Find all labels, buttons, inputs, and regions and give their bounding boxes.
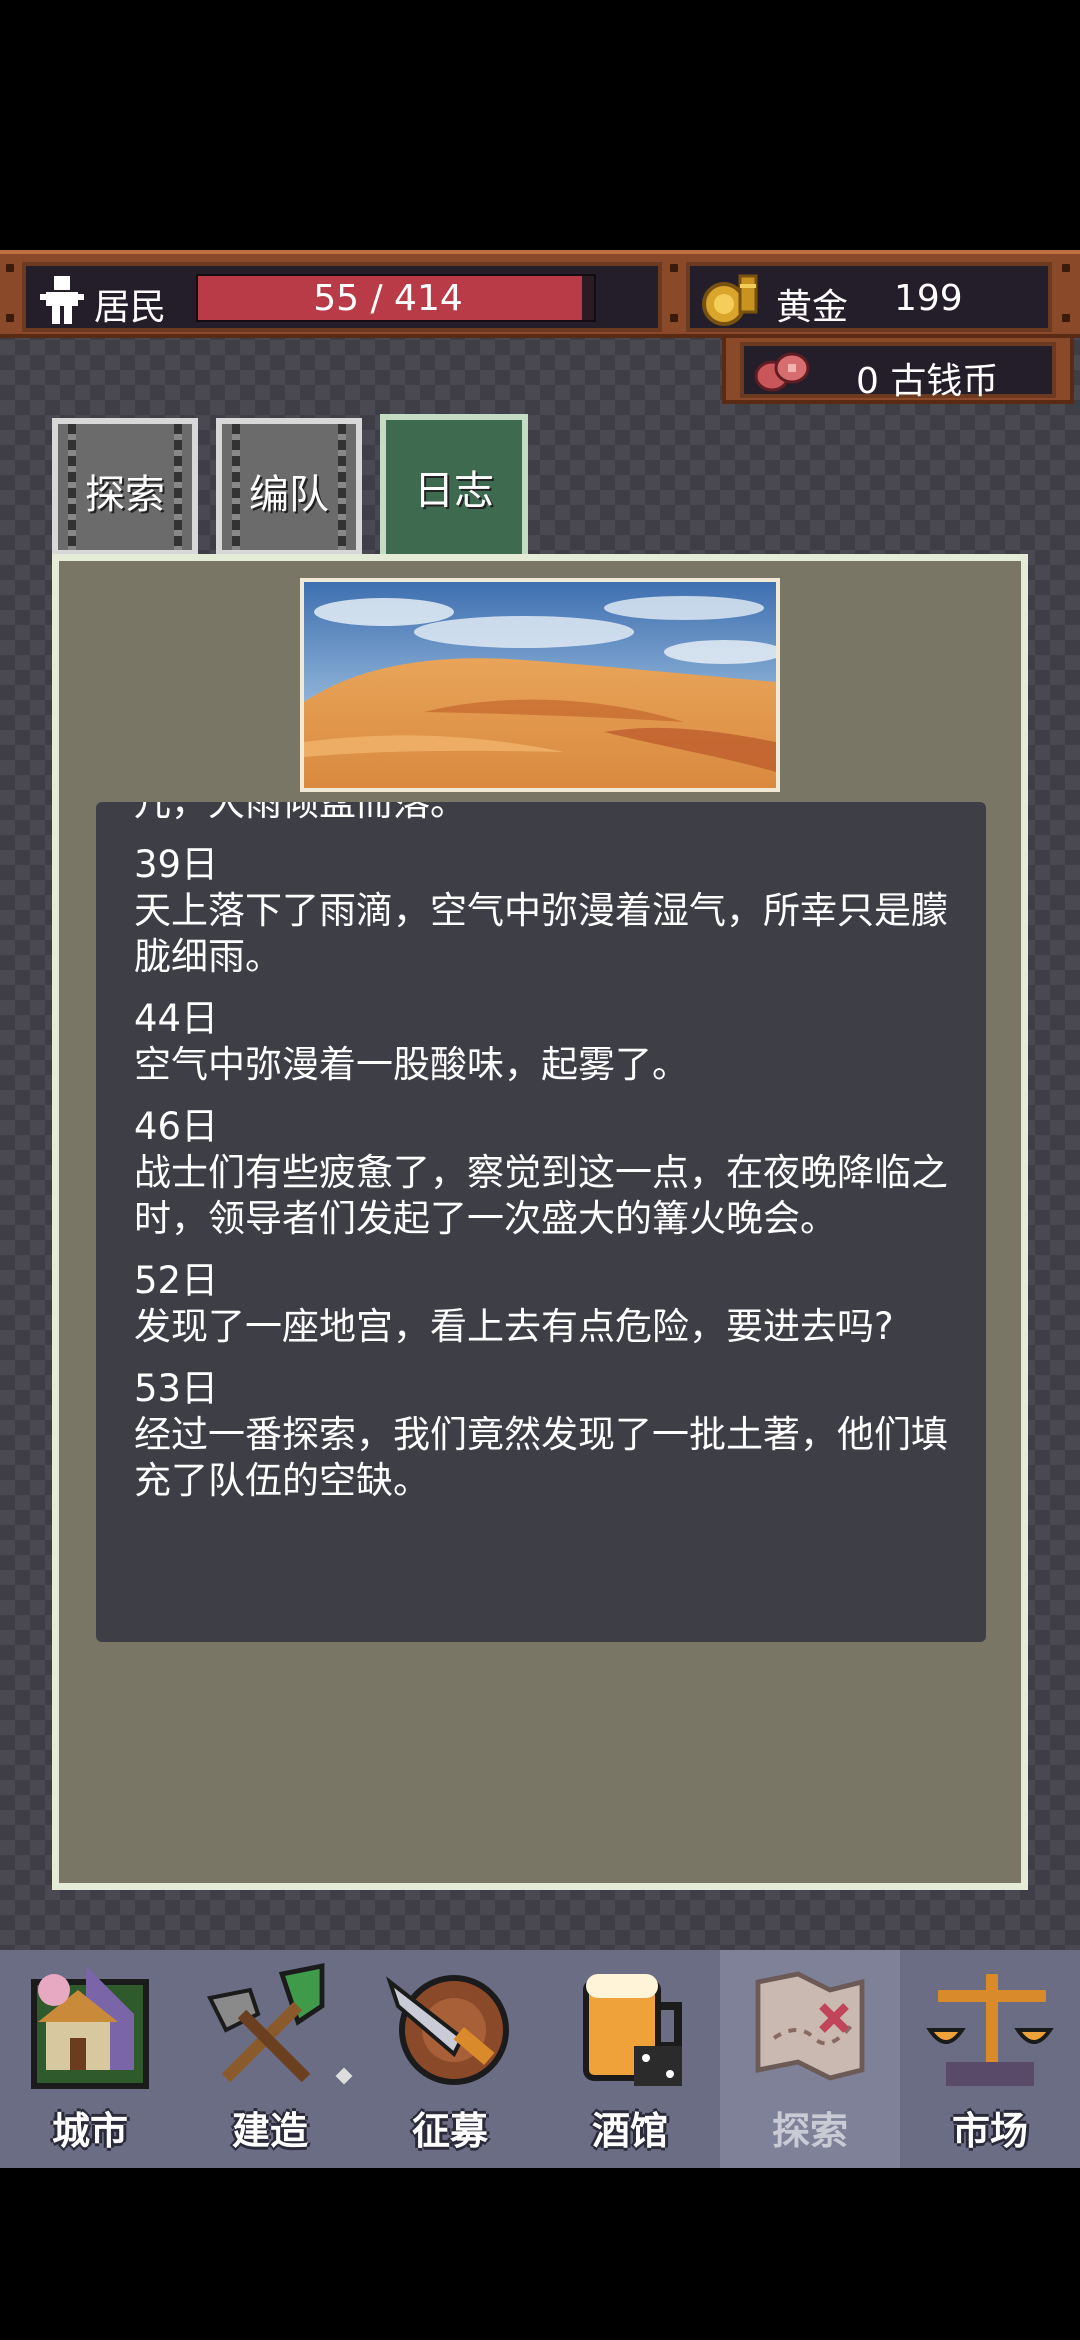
ancient-coin-icon <box>754 352 810 392</box>
nav-explore-label: 探索 <box>771 2109 848 2153</box>
city-icon <box>31 1966 149 2089</box>
nav-explore[interactable]: 探索 <box>720 1950 900 2168</box>
shovel-icon <box>207 1963 325 2083</box>
nav-recruit[interactable]: 征募 <box>360 1950 540 2168</box>
rivet <box>670 264 678 272</box>
map-icon <box>755 1971 865 2081</box>
log-entry: 39日 天上落下了雨滴，空气中弥漫着湿气，所幸只是朦胧细雨。 <box>96 842 986 980</box>
beer-icon <box>583 1974 682 2086</box>
gold-label: 黄金 <box>776 287 849 328</box>
tab-explore[interactable]: 探索 <box>52 418 198 556</box>
tab-formation-label: 编队 <box>249 472 329 518</box>
log-entry-text: 经过一番探索，我们竟然发现了一批土著，他们填充了队伍的空缺。 <box>134 1413 948 1502</box>
ancient-coin-frame: 0 古钱币 <box>722 334 1074 404</box>
gold-coins-icon <box>702 274 758 326</box>
log-entry-text: 儿，大雨倾盆而落。 <box>134 802 467 824</box>
person-icon <box>40 276 84 324</box>
sword-shield-icon <box>386 1975 509 2085</box>
nav-recruit-label: 征募 <box>411 2109 488 2153</box>
log-entry-text: 发现了一座地宫，看上去有点危险，要进去吗? <box>134 1305 894 1348</box>
tab-formation[interactable]: 编队 <box>216 418 362 556</box>
log-entry-day: 46日 <box>134 1105 219 1148</box>
resource-bar: 居民 55 / 414 黄金 199 <box>0 250 1080 338</box>
log-entry: 52日 发现了一座地宫，看上去有点危险，要进去吗? <box>96 1258 986 1350</box>
log-entry-day: 53日 <box>134 1367 219 1410</box>
ancient-coin-value: 0 古钱币 <box>856 361 999 402</box>
nav-build-label: 建造 <box>231 2109 308 2153</box>
desert-scene-image <box>300 578 780 792</box>
scales-icon <box>926 1974 1054 2086</box>
tab-log-label: 日志 <box>414 468 494 514</box>
population-value: 55 / 414 <box>313 278 463 319</box>
log-entry-text: 战士们有些疲惫了，察觉到这一点，在夜晚降临之时，领导者们发起了一次盛大的篝火晚会… <box>134 1151 948 1240</box>
log-entry-text: 空气中弥漫着一股酸味，起雾了。 <box>134 1043 689 1086</box>
population-label: 居民 <box>94 287 167 328</box>
bottom-nav: 城市 建造 征募 酒馆 探索 市场 <box>0 1950 1080 2168</box>
nav-market[interactable]: 市场 <box>900 1950 1080 2168</box>
tab-explore-label: 探索 <box>85 472 165 518</box>
gold-value: 199 <box>894 278 963 319</box>
rivet <box>670 314 678 322</box>
log-entry-day: 52日 <box>134 1259 219 1302</box>
nav-market-label: 市场 <box>951 2109 1028 2153</box>
rivet <box>1062 314 1070 322</box>
rivet <box>1062 264 1070 272</box>
nav-tavern-label: 酒馆 <box>591 2109 668 2153</box>
log-entry-day: 39日 <box>134 843 219 886</box>
population-bar: 55 / 414 <box>196 274 596 322</box>
log-entry-partial: 儿，大雨倾盆而落。 <box>96 802 986 826</box>
ancient-coin-panel[interactable]: 0 古钱币 <box>740 342 1056 402</box>
log-entry: 46日 战士们有些疲惫了，察觉到这一点，在夜晚降临之时，领导者们发起了一次盛大的… <box>96 1104 986 1242</box>
population-panel[interactable]: 居民 55 / 414 <box>22 262 662 332</box>
log-entry-day: 44日 <box>134 997 219 1040</box>
log-list[interactable]: 儿，大雨倾盆而落。 39日 天上落下了雨滴，空气中弥漫着湿气，所幸只是朦胧细雨。… <box>96 802 986 1642</box>
log-entry: 44日 空气中弥漫着一股酸味，起雾了。 <box>96 996 986 1088</box>
rivet <box>6 314 14 322</box>
rivet <box>6 264 14 272</box>
gold-panel[interactable]: 黄金 199 <box>686 262 1052 332</box>
nav-city[interactable]: 城市 <box>0 1950 180 2168</box>
tab-log[interactable]: 日志 <box>380 414 528 564</box>
game-screen: 居民 55 / 414 黄金 199 0 古钱币 探索 编队 日志 儿，大雨倾盆… <box>0 250 1080 2168</box>
log-entry-text: 天上落下了雨滴，空气中弥漫着湿气，所幸只是朦胧细雨。 <box>134 889 948 978</box>
log-entry: 53日 经过一番探索，我们竟然发现了一批土著，他们填充了队伍的空缺。 <box>96 1366 986 1504</box>
nav-city-label: 城市 <box>51 2109 128 2153</box>
nav-build[interactable]: 建造 <box>180 1950 360 2168</box>
nav-tavern[interactable]: 酒馆 <box>540 1950 720 2168</box>
